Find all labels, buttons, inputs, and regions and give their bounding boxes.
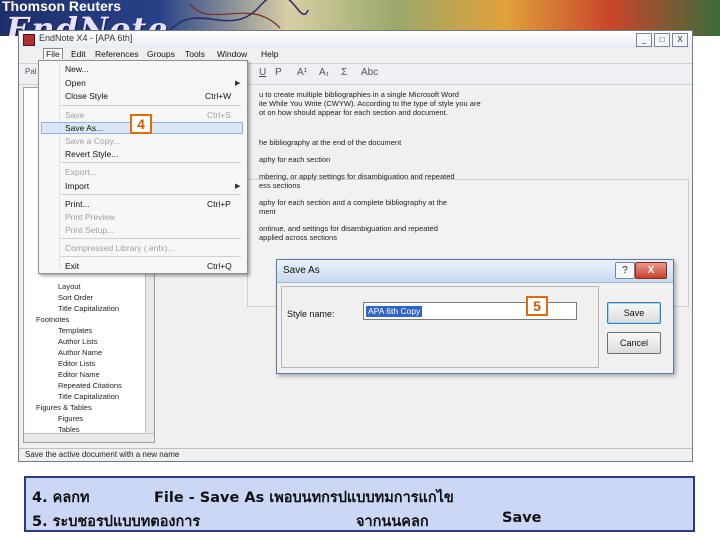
- status-bar: Save the active document with a new name: [19, 448, 692, 461]
- tree-item-title-capitalization-2[interactable]: Title Capitalization: [58, 392, 119, 401]
- menu-separator: [61, 238, 241, 239]
- menu-item-save-as[interactable]: Save As...: [65, 123, 103, 133]
- palette-button[interactable]: Pal: [25, 67, 37, 76]
- submenu-arrow-icon: ▶: [235, 183, 241, 190]
- shortcut-close-style: Ctrl+W: [205, 91, 232, 101]
- option-text-3[interactable]: mbering, or apply settings for disambigu…: [259, 172, 455, 181]
- tree-item-footnotes[interactable]: Footnotes: [36, 315, 69, 324]
- help-button[interactable]: ?: [615, 262, 635, 279]
- submenu-arrow-icon: ▶: [235, 80, 241, 87]
- window-title: EndNote X4 - [APA 6th]: [39, 33, 133, 43]
- option-text-5b: applied across sections: [259, 233, 337, 242]
- option-text-4[interactable]: aphy for each section and a complete bib…: [259, 198, 447, 207]
- symbol-icon[interactable]: Σ: [341, 67, 347, 78]
- endnote-app-icon: [23, 34, 35, 46]
- plain-text-icon[interactable]: P: [275, 67, 282, 78]
- shortcut-save: Ctrl+S: [207, 110, 231, 120]
- menu-item-print-setup[interactable]: Print Setup...: [65, 225, 114, 235]
- intro-text-line-1: u to create multiple bibliographies in a…: [259, 90, 459, 99]
- menu-window[interactable]: Window: [217, 49, 247, 59]
- minimize-button[interactable]: _: [636, 33, 652, 47]
- option-text-4b: ment: [259, 207, 276, 216]
- menu-separator: [61, 105, 241, 106]
- option-text-2[interactable]: aphy for each section: [259, 155, 330, 164]
- intro-text-line-2: ite While You Write (CWYW). According to…: [259, 99, 481, 108]
- dialog-body: [281, 286, 599, 368]
- menu-separator: [61, 194, 241, 195]
- shortcut-print: Ctrl+P: [207, 199, 231, 209]
- style-name-value: APA 6th Copy: [366, 306, 423, 317]
- intro-text-line-3: ot on how should appear for each section…: [259, 108, 448, 117]
- menu-item-print[interactable]: Print...: [65, 199, 90, 209]
- shortcut-exit: Ctrl+Q: [207, 261, 232, 271]
- menu-item-export[interactable]: Export...: [65, 167, 97, 177]
- menu-separator: [61, 256, 241, 257]
- file-menu-dropdown: New... Open ▶ Close Style Ctrl+W Save Ct…: [38, 60, 248, 274]
- instruction-line-2-save: Save: [502, 510, 542, 526]
- option-text-5[interactable]: ontinue, and settings for disambiguation…: [259, 224, 438, 233]
- tree-horizontal-scrollbar[interactable]: [24, 433, 154, 442]
- tree-item-figures[interactable]: Figures: [58, 414, 83, 423]
- menu-references[interactable]: References: [95, 49, 138, 59]
- close-dialog-button[interactable]: X: [635, 262, 667, 279]
- tree-item-repeated-citations[interactable]: Repeated Citations: [58, 381, 122, 390]
- menu-item-compressed-library[interactable]: Compressed Library (.enlx)...: [65, 243, 175, 253]
- tree-item-figures-tables[interactable]: Figures & Tables: [36, 403, 92, 412]
- dialog-title: Save As: [283, 265, 320, 276]
- save-button[interactable]: Save: [607, 302, 661, 324]
- small-caps-icon[interactable]: Abc: [361, 67, 378, 78]
- tree-item-editor-name[interactable]: Editor Name: [58, 370, 100, 379]
- menu-edit[interactable]: Edit: [71, 49, 86, 59]
- menu-item-print-preview[interactable]: Print Preview: [65, 212, 115, 222]
- menu-item-import[interactable]: Import: [65, 181, 89, 191]
- tree-item-templates[interactable]: Templates: [58, 326, 92, 335]
- instruction-line-2-step: 5. ระบชอรปแบบทตองการ: [32, 514, 201, 530]
- tree-item-author-name[interactable]: Author Name: [58, 348, 102, 357]
- status-text: Save the active document with a new name: [25, 450, 180, 459]
- menu-help[interactable]: Help: [261, 49, 278, 59]
- menu-item-save-a-copy[interactable]: Save a Copy...: [65, 136, 120, 146]
- menu-item-save[interactable]: Save: [65, 110, 84, 120]
- underline-icon[interactable]: U: [259, 67, 266, 78]
- menu-file[interactable]: File: [43, 48, 63, 59]
- window-titlebar: EndNote X4 - [APA 6th] _ □ X: [19, 31, 692, 49]
- menu-item-revert-style[interactable]: Revert Style...: [65, 149, 118, 159]
- instruction-line-1-step: 4. คลกท: [32, 490, 90, 506]
- maximize-button[interactable]: □: [654, 33, 670, 47]
- save-as-dialog: Save As ? X Style name: APA 6th Copy Sav…: [276, 259, 674, 374]
- menu-tools[interactable]: Tools: [185, 49, 205, 59]
- step-4-badge: 4: [130, 114, 152, 134]
- instruction-line-2-text: จากนนคลก: [356, 514, 429, 530]
- menu-item-exit[interactable]: Exit: [65, 261, 79, 271]
- tree-item-editor-lists[interactable]: Editor Lists: [58, 359, 95, 368]
- menu-item-open[interactable]: Open: [65, 78, 86, 88]
- menu-item-new[interactable]: New...: [65, 64, 89, 74]
- menu-item-close-style[interactable]: Close Style: [65, 91, 108, 101]
- tree-item-author-lists[interactable]: Author Lists: [58, 337, 98, 346]
- brand-name: Thomson Reuters: [2, 0, 122, 14]
- option-text-1[interactable]: he bibliography at the end of the docume…: [259, 138, 401, 147]
- step-5-badge: 5: [526, 296, 548, 316]
- cancel-button[interactable]: Cancel: [607, 332, 661, 354]
- instruction-line-1-text: File - Save As เพอบนทกรปแบบทมการแกไข: [154, 490, 454, 506]
- menu-gutter: [59, 63, 60, 269]
- menu-groups[interactable]: Groups: [147, 49, 175, 59]
- superscript-icon[interactable]: A¹: [297, 67, 307, 78]
- close-window-button[interactable]: X: [672, 33, 688, 47]
- dialog-titlebar: Save As ? X: [277, 260, 673, 283]
- instruction-box: 4. คลกท File - Save As เพอบนทกรปแบบทมการ…: [24, 476, 695, 532]
- tree-item-title-capitalization[interactable]: Title Capitalization: [58, 304, 119, 313]
- option-text-3b: ess sections: [259, 181, 301, 190]
- subscript-icon[interactable]: A₁: [319, 67, 329, 78]
- style-name-label: Style name:: [287, 309, 335, 319]
- tree-item-layout[interactable]: Layout: [58, 282, 81, 291]
- menu-separator: [61, 162, 241, 163]
- tree-item-sort-order[interactable]: Sort Order: [58, 293, 93, 302]
